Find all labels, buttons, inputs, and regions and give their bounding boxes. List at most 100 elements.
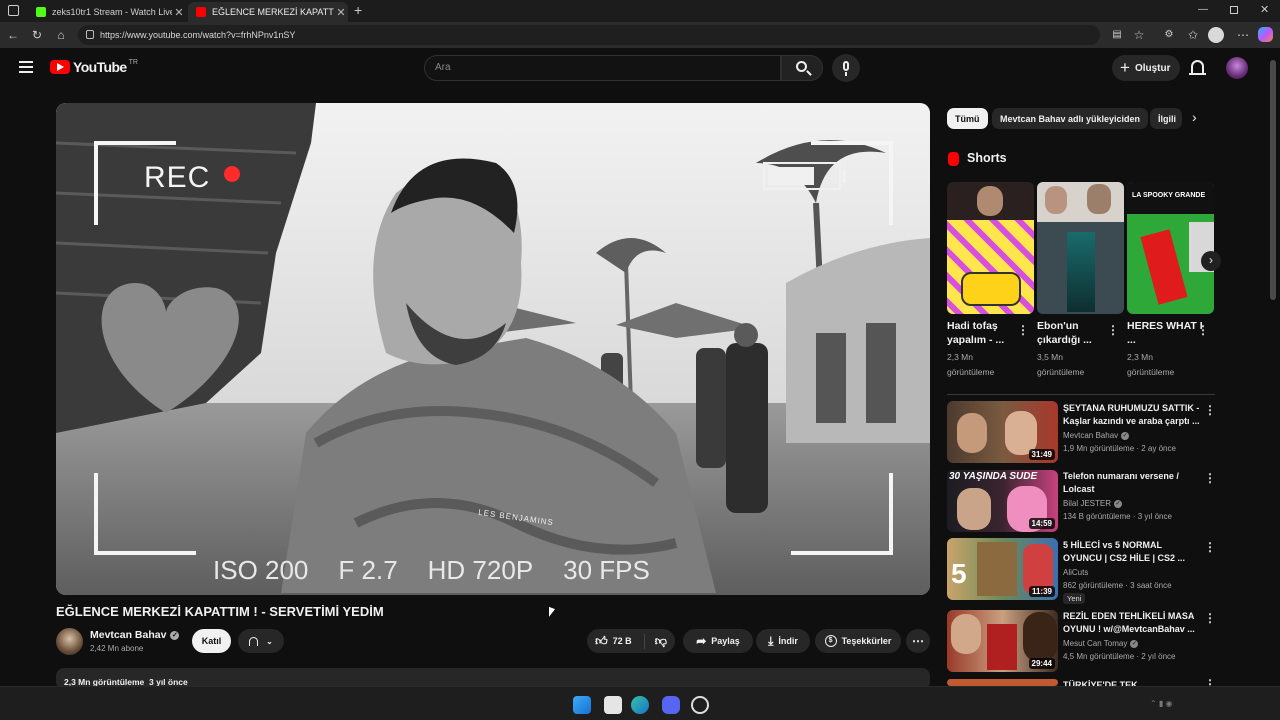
join-button[interactable]: Katıl <box>192 629 231 653</box>
recommended-meta: 134 B görüntüleme · 3 yıl önce <box>1063 512 1172 521</box>
more-actions-button[interactable]: ⋯ <box>906 629 930 653</box>
channel-name[interactable]: Mevtcan Bahav ✓ <box>90 629 180 641</box>
download-button[interactable]: ⤓ İndir <box>756 629 810 653</box>
home-icon[interactable]: ⌂ <box>52 26 70 44</box>
steam-icon[interactable] <box>691 696 709 714</box>
recommended-title[interactable]: Telefon numaranı versene / Lolcast <box>1063 470 1203 496</box>
short-thumbnail[interactable] <box>1037 182 1124 314</box>
recommended-menu-icon[interactable]: ⋮ <box>1204 472 1216 484</box>
recommended-title[interactable]: 5 HİLECİ vs 5 NORMAL OYUNCU | CS2 HİLE |… <box>1063 539 1203 565</box>
search-button[interactable] <box>781 55 823 81</box>
shorts-next-button[interactable]: › <box>1201 251 1221 271</box>
reader-mode-icon[interactable]: ▤ <box>1108 26 1126 44</box>
menu-icon[interactable] <box>19 61 33 73</box>
channel-avatar[interactable] <box>56 628 83 655</box>
chip-all[interactable]: Tümü <box>947 108 988 129</box>
share-button[interactable]: ➦ Paylaş <box>683 629 753 653</box>
short-menu-icon[interactable]: ⋮ <box>1197 324 1209 336</box>
recommended-channel[interactable]: AliCuts <box>1063 568 1088 577</box>
channel-text: Bilal JESTER <box>1063 499 1112 508</box>
video-title: EĞLENCE MERKEZİ KAPATTIM ! - SERVETİMİ Y… <box>56 604 384 619</box>
channel-name-text: Mevtcan Bahav <box>90 629 167 641</box>
like-button[interactable]: 👍︎ 72 B <box>595 633 645 649</box>
tab-actions-icon[interactable] <box>8 5 19 16</box>
close-window-icon[interactable]: ✕ <box>1260 3 1269 16</box>
thanks-label: Teşekkürler <box>841 636 892 646</box>
thanks-button[interactable]: $ Teşekkürler <box>815 629 901 653</box>
bell-icon <box>249 636 259 646</box>
windows-start-icon[interactable] <box>573 696 591 714</box>
recommended-channel[interactable]: Bilal JESTER ✓ <box>1063 499 1123 508</box>
url-text: https://www.youtube.com/watch?v=frhNPnv1… <box>100 30 296 40</box>
voice-search-button[interactable] <box>832 54 860 82</box>
short-title[interactable]: Ebon'un çıkardığı ... <box>1037 319 1117 347</box>
short-menu-icon[interactable]: ⋮ <box>1017 324 1029 336</box>
short-title[interactable]: Hadi tofaş yapalım - ... <box>947 319 1027 347</box>
video-duration: 29:44 <box>1028 658 1055 669</box>
edge-browser-icon[interactable] <box>631 696 649 714</box>
file-explorer-icon[interactable] <box>604 696 622 714</box>
camera-settings-overlay: ISO 200 F 2.7 HD 720P 30 FPS <box>213 555 650 586</box>
account-avatar[interactable] <box>1226 57 1248 79</box>
site-info-icon[interactable] <box>86 30 94 39</box>
youtube-logo[interactable]: YouTube TR <box>50 59 138 75</box>
back-icon[interactable]: ← <box>4 26 22 44</box>
verified-icon: ✓ <box>1121 431 1130 440</box>
recommended-menu-icon[interactable]: ⋮ <box>1204 541 1216 553</box>
browser-tab-kick[interactable]: zeks10tr1 Stream - Watch Live on ✕ <box>28 2 186 22</box>
search-input[interactable]: Ara <box>424 55 781 81</box>
recommended-thumbnail[interactable]: 29:44 <box>947 610 1058 672</box>
recommended-meta: 1,9 Mn görüntüleme · 2 ay önce <box>1063 444 1176 453</box>
short-thumbnail[interactable] <box>947 182 1034 314</box>
system-tray[interactable]: ⌃ ▮ ◉ <box>1150 699 1230 709</box>
maximize-icon[interactable] <box>1230 6 1238 14</box>
recommended-channel[interactable]: Mevtcan Bahav ✓ <box>1063 431 1130 440</box>
minimize-icon[interactable]: — <box>1198 4 1208 15</box>
shorts-heading: Shorts <box>967 151 1007 165</box>
windows-taskbar: ⌃ ▮ ◉ <box>0 686 1280 720</box>
recommended-title[interactable]: TÜRKİYE'DE TEK STRAWBERRY ... <box>1063 679 1203 686</box>
profile-avatar[interactable] <box>1208 27 1224 43</box>
short-menu-icon[interactable]: ⋮ <box>1107 324 1119 336</box>
chips-next-icon[interactable]: › <box>1192 109 1197 125</box>
recommended-title[interactable]: ŞEYTANA RUHUMUZU SATTIK - Kaşlar kazındı… <box>1063 402 1203 428</box>
close-tab-icon[interactable]: ✕ <box>172 6 186 19</box>
recommended-channel[interactable]: Mesut Can Tomay ✓ <box>1063 639 1139 648</box>
dislike-button[interactable]: 👎︎ <box>645 634 667 649</box>
youtube-wordmark: YouTube <box>73 59 127 75</box>
recommended-thumbnail[interactable]: 30 YAŞINDA SUDE 14:59 <box>947 470 1058 532</box>
chip-related[interactable]: İlgili <box>1150 108 1182 129</box>
new-tab-icon[interactable]: + <box>354 2 362 18</box>
short-views: 2,3 Mn görüntüleme <box>1127 352 1175 377</box>
recommended-title[interactable]: REZİL EDEN TEHLİKELİ MASA OYUNU ! w/@Mev… <box>1063 610 1203 636</box>
url-field[interactable]: https://www.youtube.com/watch?v=frhNPnv1… <box>78 25 1100 45</box>
chip-from-uploader[interactable]: Mevtcan Bahav adlı yükleyiciden <box>992 108 1149 129</box>
short-thumbnail[interactable]: LA SPOOKY GRANDE <box>1127 182 1214 314</box>
copilot-icon[interactable] <box>1258 27 1273 42</box>
download-label: İndir <box>778 636 798 646</box>
short-title[interactable]: HERES WHAT I ... <box>1127 319 1207 347</box>
recommended-menu-icon[interactable]: ⋮ <box>1204 678 1214 686</box>
extensions-icon[interactable]: ⚙ <box>1160 26 1178 44</box>
more-menu-icon[interactable]: ⋯ <box>1234 26 1252 44</box>
discord-icon[interactable] <box>662 696 680 714</box>
reload-icon[interactable]: ↻ <box>28 26 46 44</box>
page-scrollbar[interactable] <box>1270 60 1276 300</box>
recommended-menu-icon[interactable]: ⋮ <box>1204 404 1216 416</box>
favorites-icon[interactable]: ✩ <box>1184 26 1202 44</box>
tab-title: zeks10tr1 Stream - Watch Live on <box>52 7 172 17</box>
recommended-thumbnail[interactable]: 5 11:39 <box>947 538 1058 600</box>
favorite-star-icon[interactable]: ☆ <box>1130 26 1148 44</box>
create-button[interactable]: + Oluştur <box>1112 55 1180 81</box>
fps-text: 30 FPS <box>563 555 650 585</box>
recommended-thumbnail[interactable]: 31:49 <box>947 401 1058 463</box>
notifications-bell-icon[interactable] <box>1189 60 1206 75</box>
recommended-menu-icon[interactable]: ⋮ <box>1204 612 1216 624</box>
subscribe-notify-button[interactable]: ⌄ <box>238 629 284 653</box>
video-player[interactable]: REC LES BENJAMINS ISO 200 F 2.7 HD 720P … <box>56 103 930 595</box>
close-tab-icon[interactable]: ✕ <box>334 6 348 19</box>
aperture-text: F 2.7 <box>338 555 398 585</box>
browser-tab-youtube[interactable]: EĞLENCE MERKEZİ KAPATTIM ! - S ✕ <box>188 2 348 22</box>
recommended-thumbnail[interactable] <box>947 679 1058 686</box>
chevron-down-icon: ⌄ <box>266 636 273 646</box>
